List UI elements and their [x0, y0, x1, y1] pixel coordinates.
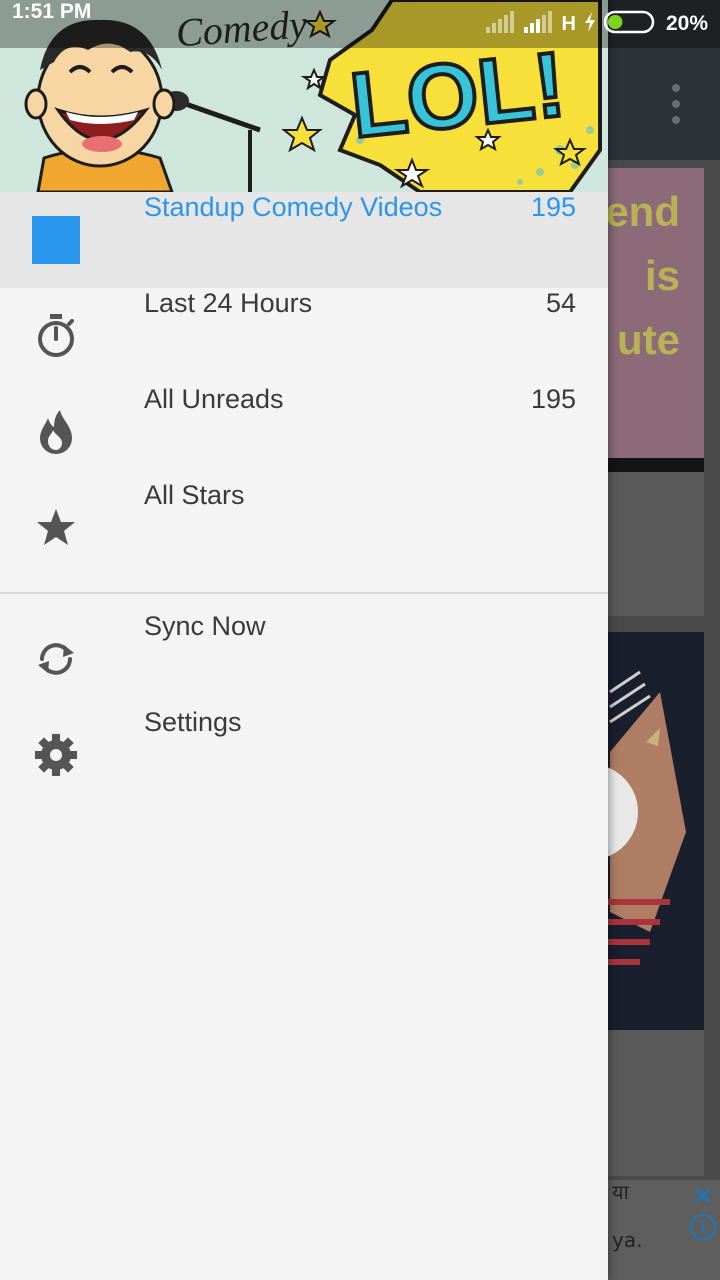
drawer-action-sync-now[interactable]: Sync Now — [0, 611, 608, 707]
drawer-item-all-stars[interactable]: All Stars — [0, 480, 608, 576]
drawer-action-settings[interactable]: Settings — [0, 707, 608, 803]
drawer-item-all-unreads[interactable]: All Unreads 195 — [0, 384, 608, 480]
feed-card-image-2[interactable] — [600, 632, 704, 1030]
ad-info-icon[interactable]: i — [690, 1214, 716, 1240]
signal-icon — [485, 10, 516, 38]
feed-card[interactable] — [600, 472, 704, 616]
status-time: 1:51 PM — [12, 0, 92, 23]
drawer-item-standup-comedy-videos[interactable]: Standup Comedy Videos 195 — [0, 192, 608, 288]
sync-icon — [32, 635, 80, 683]
status-bar: 1:51 PM H 20% — [0, 0, 720, 48]
drawer-item-label: All Unreads — [144, 384, 284, 414]
feed-card-2[interactable] — [600, 1030, 704, 1176]
charging-icon — [584, 11, 596, 37]
flame-icon — [32, 408, 80, 456]
drawer-item-label: Last 24 Hours — [144, 288, 313, 318]
drawer-item-count: 195 — [530, 192, 576, 222]
drawer-item-count: 195 — [530, 384, 576, 414]
status-icons: H 20% — [485, 0, 708, 48]
drawer-action-label: Sync Now — [144, 611, 266, 641]
stopwatch-icon — [32, 312, 80, 360]
drawer-divider — [0, 592, 608, 594]
card-divider — [600, 458, 704, 472]
ad-close-icon[interactable]: ✕ — [690, 1184, 716, 1210]
navigation-drawer: LOL! Comedy Standup Comedy Videos 195 La… — [0, 0, 608, 1280]
signal-icon-2 — [523, 10, 554, 38]
network-type: H — [561, 12, 576, 35]
drawer-item-label: All Stars — [144, 480, 245, 510]
drawer-item-count: 54 — [545, 288, 576, 318]
drawer-item-label: Standup Comedy Videos — [144, 192, 443, 222]
drawer-item-last-24-hours[interactable]: Last 24 Hours 54 — [0, 288, 608, 384]
battery-percent: 20% — [665, 12, 708, 35]
gear-icon — [32, 731, 80, 779]
drawer-action-label: Settings — [144, 707, 242, 737]
ad-text-2: ya. — [612, 1228, 643, 1252]
overflow-menu-icon[interactable] — [664, 84, 688, 124]
battery-icon — [603, 10, 658, 39]
star-icon — [32, 504, 80, 552]
feed-card-image-text: end is ute — [605, 188, 680, 363]
feed-square-icon — [32, 216, 80, 264]
ad-text-1: या — [612, 1180, 629, 1204]
